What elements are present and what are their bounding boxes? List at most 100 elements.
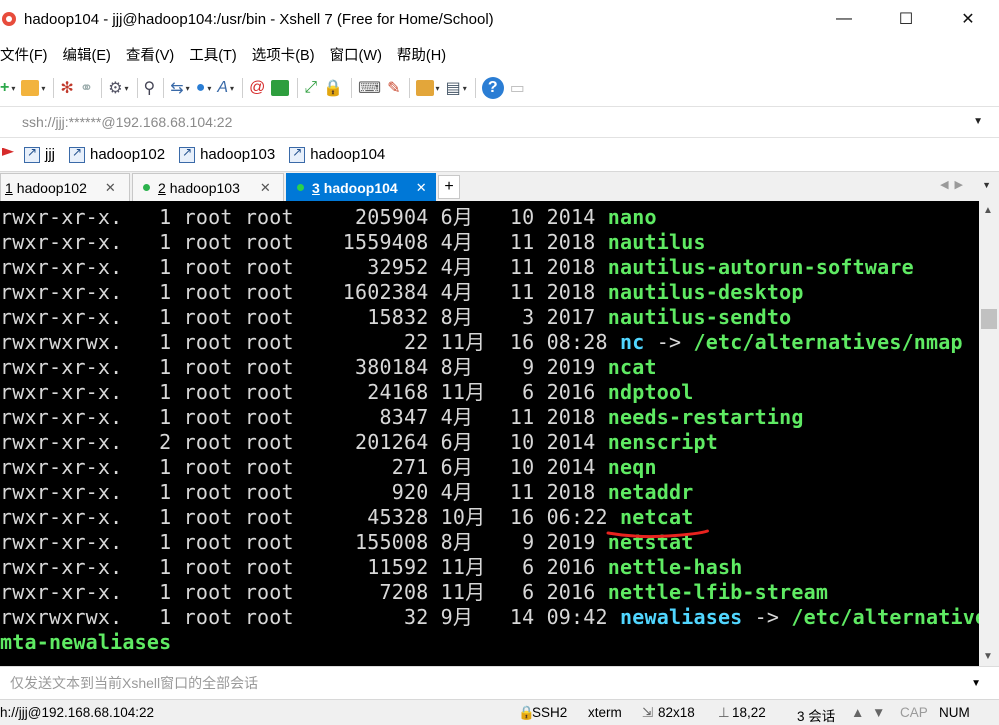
transfer-icon[interactable]: ⇆ ▾ (170, 76, 189, 100)
fullscreen-icon[interactable]: ⤢ (304, 76, 317, 100)
menu-view[interactable]: 查看(V) (126, 44, 182, 65)
tab-hadoop102[interactable]: 1 hadoop102 ✕ (0, 173, 130, 201)
file-name: nenscript (607, 430, 718, 454)
open-folder-icon[interactable]: ▾ (21, 76, 45, 100)
tab-hadoop104[interactable]: 3 hadoop104 ✕ (286, 173, 436, 201)
menu-tools[interactable]: 工具(T) (189, 44, 245, 65)
compose-dropdown-icon[interactable]: ▼ (971, 678, 981, 689)
symlink-target: /etc/alternatives/nmap (693, 330, 963, 354)
tab-close-icon[interactable]: ✕ (416, 180, 427, 196)
minimize-button[interactable]: — (813, 0, 875, 38)
tab-close-icon[interactable]: ✕ (105, 180, 116, 196)
link-jjj[interactable]: jjj (24, 145, 55, 163)
file-name: nautilus-autorun-software (607, 255, 914, 279)
status-term: xterm (588, 705, 622, 720)
tab-label: hadoop103 (169, 179, 240, 196)
terminal-line: rwxr-xr-x. 1 root root 1559408 4月 11 201… (0, 230, 706, 255)
disconnect-icon[interactable]: ⚭ (80, 76, 93, 100)
address-bar[interactable]: ssh://jjj:******@192.168.68.104:22 ▼ (0, 106, 999, 138)
file-name: ncat (607, 355, 657, 379)
new-session-icon[interactable]: + ▾ (0, 76, 15, 100)
file-name: ndptool (607, 380, 694, 404)
tab-number: 1 (5, 179, 13, 196)
link-label: hadoop102 (90, 146, 166, 163)
shortcut-icon (69, 145, 85, 163)
file-name: netcat (620, 505, 694, 529)
add-tab-button[interactable]: + (438, 175, 460, 199)
session-up-icon[interactable]: ▲ (851, 705, 864, 720)
session-down-icon[interactable]: ▼ (872, 705, 885, 720)
chat-icon[interactable]: ▭ (510, 76, 525, 100)
address-dropdown-icon[interactable]: ▼ (973, 116, 983, 127)
flag-icon[interactable] (2, 147, 14, 156)
tab-number: 2 (158, 179, 166, 196)
connected-dot-icon (143, 184, 150, 191)
file-attributes: rwxrwxrwx. 1 root root 32 9月 14 09:42 (0, 605, 621, 629)
file-attributes: rwxr-xr-x. 1 root root 32952 4月 11 2018 (0, 255, 608, 279)
file-name: nettle-hash (607, 555, 743, 579)
compose-bar[interactable]: 仅发送文本到当前Xshell窗口的全部会话 ▼ (0, 666, 999, 698)
help-icon[interactable]: ? (481, 77, 504, 99)
file-attributes: rwxr-xr-x. 1 root root 11592 11月 6 2016 (0, 555, 608, 579)
connect-icon[interactable]: ✻ (60, 76, 73, 100)
menu-edit[interactable]: 编辑(E) (63, 44, 119, 65)
terminal-line: rwxr-xr-x. 1 root root 7208 11月 6 2016 n… (0, 580, 828, 605)
link-label: hadoop104 (310, 146, 386, 163)
xftp-icon[interactable] (271, 76, 290, 100)
file-attributes: rwxr-xr-x. 2 root root 201264 6月 10 2014 (0, 430, 608, 454)
lock-icon[interactable]: 🔒 (323, 76, 343, 100)
globe-icon[interactable]: ● ▾ (196, 76, 212, 100)
scroll-up-icon[interactable]: ▲ (983, 205, 993, 216)
file-name: mta-newaliases (0, 630, 172, 654)
link-hadoop104[interactable]: hadoop104 (289, 145, 386, 163)
terminal-output[interactable]: rwxr-xr-x. 1 root root 205904 6月 10 2014… (0, 201, 979, 666)
font-icon[interactable]: A ▾ (217, 76, 234, 100)
status-protocol: SSH2 (532, 705, 568, 720)
file-attributes: rwxr-xr-x. 1 root root 155008 8月 9 2019 (0, 530, 608, 554)
link-hadoop103[interactable]: hadoop103 (179, 145, 275, 163)
close-button[interactable]: ✕ (937, 0, 999, 38)
terminal-line: rwxr-xr-x. 1 root root 11592 11月 6 2016 … (0, 555, 742, 580)
tab-scroll-arrows-icon[interactable]: ◀▶ (940, 178, 969, 191)
properties-icon[interactable]: ⚙ ▾ (108, 76, 128, 100)
layout-icon[interactable]: ▤ ▾ (446, 76, 467, 100)
menu-help[interactable]: 帮助(H) (397, 44, 454, 65)
red-underline-annotation (606, 529, 709, 539)
file-attributes: rwxr-xr-x. 1 root root 7208 11月 6 2016 (0, 580, 608, 604)
link-hadoop102[interactable]: hadoop102 (69, 145, 166, 163)
file-name: newaliases (620, 605, 743, 629)
status-size: 82x18 (658, 705, 695, 720)
symlink-target: /etc/alternatives (791, 605, 979, 629)
menu-file[interactable]: 文件(F) (0, 44, 56, 65)
scroll-thumb[interactable] (981, 309, 997, 329)
tabs-bar: 1 hadoop102 ✕ 2 hadoop103 ✕ 3 hadoop104 … (0, 171, 999, 201)
shortcut-icon (24, 145, 40, 163)
address-input[interactable]: ssh://jjj:******@192.168.68.104:22 (22, 114, 232, 130)
tab-close-icon[interactable]: ✕ (260, 180, 271, 196)
maximize-button[interactable]: ☐ (875, 0, 937, 38)
file-attributes: rwxr-xr-x. 1 root root 920 4月 11 2018 (0, 480, 608, 504)
file-attributes: rwxr-xr-x. 1 root root 380184 8月 9 2019 (0, 355, 608, 379)
compose-icon[interactable]: ✎ (387, 76, 400, 100)
symlink-arrow: -> (742, 605, 792, 629)
tab-list-dropdown-icon[interactable]: ▼ (982, 180, 991, 190)
tab-label: hadoop102 (16, 179, 87, 196)
terminal-line: rwxr-xr-x. 2 root root 201264 6月 10 2014… (0, 430, 718, 455)
terminal-line: rwxr-xr-x. 1 root root 24168 11月 6 2016 … (0, 380, 693, 405)
tab-number: 3 (312, 179, 320, 196)
terminal-line: mta-newaliases (0, 630, 171, 655)
menu-tab[interactable]: 选项卡(B) (252, 44, 323, 65)
xshell-icon[interactable]: @ (249, 76, 265, 100)
search-icon[interactable]: ⚲ (144, 76, 156, 100)
terminal-scrollbar[interactable]: ▲ ▼ (979, 201, 999, 666)
new-folder-icon[interactable]: ▾ (415, 76, 440, 100)
toolbar: + ▾ ▾ ✻ ⚭ ⚙ ▾ ⚲ ⇆ ▾ ● ▾ A ▾ @ ⤢ 🔒 ⌨ ✎ ▾ ▤ ▾ ? … (0, 70, 999, 106)
terminal-size-icon: ⇲ (642, 705, 654, 720)
tab-hadoop103[interactable]: 2 hadoop103 ✕ (132, 173, 284, 201)
file-attributes: rwxr-xr-x. 1 root root 1559408 4月 11 201… (0, 230, 608, 254)
keyboard-icon[interactable]: ⌨ (358, 76, 381, 100)
compose-input[interactable]: 仅发送文本到当前Xshell窗口的全部会话 (10, 673, 258, 693)
scroll-down-icon[interactable]: ▼ (983, 651, 993, 662)
shortcut-icon (179, 145, 196, 163)
menu-window[interactable]: 窗口(W) (330, 44, 390, 65)
